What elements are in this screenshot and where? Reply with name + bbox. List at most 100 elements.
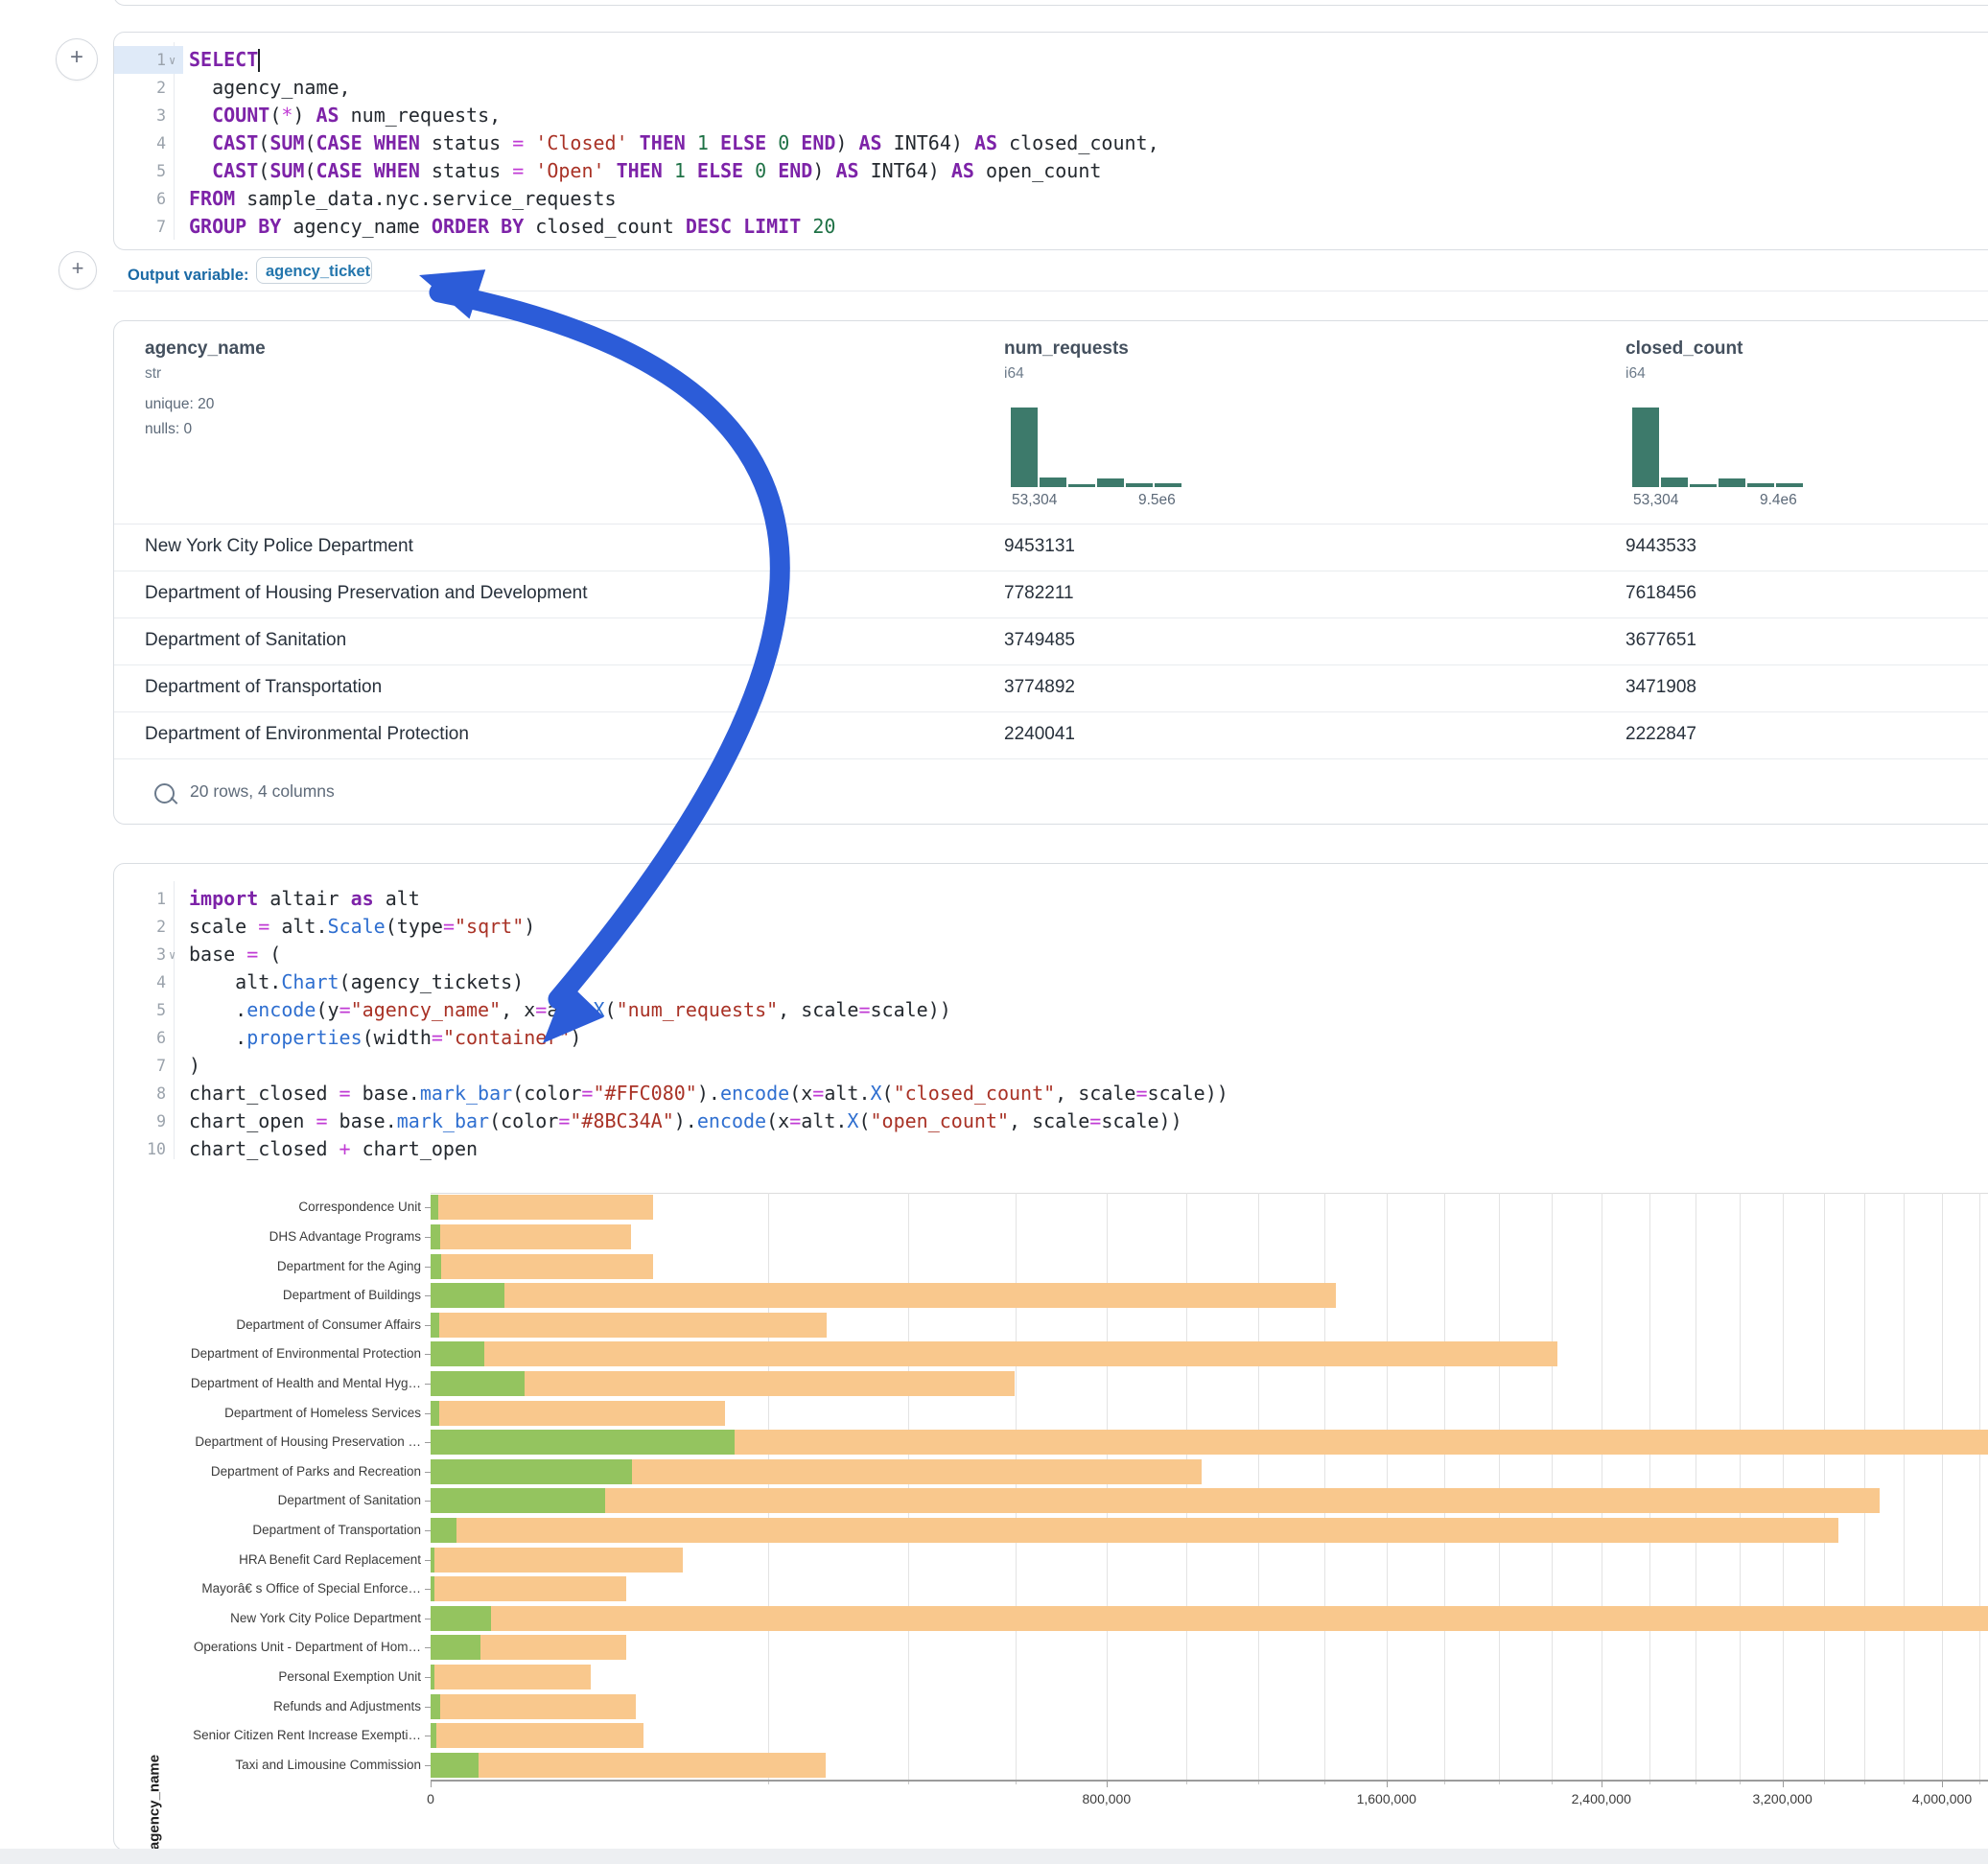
previous-cell-edge xyxy=(113,0,1988,6)
bar-closed-count xyxy=(431,1313,827,1338)
code-line[interactable]: 4 CAST(SUM(CASE WHEN status = 'Closed' T… xyxy=(124,129,1988,157)
y-axis-label: Department of Environmental Protection xyxy=(133,1346,421,1361)
output-variable-pill[interactable]: agency_tickets xyxy=(256,257,372,284)
y-axis-label: Department of Buildings xyxy=(133,1288,421,1302)
code-line[interactable]: 4 alt.Chart(agency_tickets) xyxy=(124,968,1988,996)
hist-min-label: 53,304 xyxy=(1633,492,1678,509)
x-axis-tick-label: 0 xyxy=(427,1791,434,1806)
cell-closed-count: 3677651 xyxy=(1625,630,1696,651)
bar-closed-count xyxy=(431,1576,626,1601)
column-histogram xyxy=(1631,400,1810,488)
code-line[interactable]: 2 agency_name, xyxy=(124,74,1988,102)
bar-open-count xyxy=(431,1313,439,1338)
table-row[interactable]: Department of Sanitation37494853677651 xyxy=(114,617,1988,665)
cell-agency-name: Department of Environmental Protection xyxy=(145,724,469,745)
gridline xyxy=(1552,1193,1553,1780)
y-axis-label: New York City Police Department xyxy=(133,1611,421,1625)
x-axis-tick-label: 800,000 xyxy=(1082,1791,1131,1806)
code-line[interactable]: 6FROM sample_data.nyc.service_requests xyxy=(124,185,1988,213)
y-axis-label: Refunds and Adjustments xyxy=(133,1699,421,1713)
gridline xyxy=(768,1193,769,1780)
bar-open-count xyxy=(431,1488,605,1513)
add-cell-button-middle[interactable]: + xyxy=(58,251,97,290)
line-number: 9 xyxy=(124,1107,166,1135)
cell-agency-name: Department of Transportation xyxy=(145,677,382,698)
bar-open-count xyxy=(431,1283,504,1308)
y-axis-label: Department of Parks and Recreation xyxy=(133,1464,421,1479)
plot-area xyxy=(431,1193,1988,1780)
code-line[interactable]: 6 .properties(width="container") xyxy=(124,1024,1988,1052)
line-number: 3 xyxy=(124,941,166,968)
sql-code-editor[interactable]: 1∨SELECT 2 agency_name,3 COUNT(*) AS num… xyxy=(124,46,1988,241)
column-header[interactable]: closed_count xyxy=(1625,338,1742,360)
y-axis-label: DHS Advantage Programs xyxy=(133,1229,421,1244)
code-line[interactable]: 1import altair as alt xyxy=(124,885,1988,913)
bar-closed-count xyxy=(431,1341,1557,1366)
code-line[interactable]: 1∨SELECT xyxy=(124,46,1988,74)
add-cell-button-top[interactable]: + xyxy=(56,38,98,81)
y-axis-label: Taxi and Limousine Commission xyxy=(133,1758,421,1772)
fold-chevron-icon[interactable]: ∨ xyxy=(169,47,182,75)
bar-open-count xyxy=(431,1430,735,1455)
y-axis-label: Senior Citizen Rent Increase Exempti… xyxy=(133,1728,421,1742)
python-cell[interactable]: 1import altair as alt2scale = alt.Scale(… xyxy=(113,863,1988,1851)
y-axis-label: HRA Benefit Card Replacement xyxy=(133,1552,421,1567)
line-number: 7 xyxy=(124,1052,166,1080)
notebook-page: + + 1∨SELECT 2 agency_name,3 COUNT(*) AS… xyxy=(0,0,1988,1864)
code-line[interactable]: 2scale = alt.Scale(type="sqrt") xyxy=(124,913,1988,941)
bar-closed-count xyxy=(431,1606,1988,1631)
code-line[interactable]: 8chart_closed = base.mark_bar(color="#FF… xyxy=(124,1080,1988,1107)
fold-chevron-icon[interactable]: ∨ xyxy=(169,942,182,969)
bar-open-count xyxy=(431,1254,441,1279)
cell-num-requests: 3774892 xyxy=(1004,677,1075,698)
sql-cell[interactable]: 1∨SELECT 2 agency_name,3 COUNT(*) AS num… xyxy=(113,32,1988,250)
code-line[interactable]: 7) xyxy=(124,1052,1988,1080)
gridline xyxy=(1324,1193,1325,1780)
bar-closed-count xyxy=(431,1723,643,1748)
code-line[interactable]: 3∨base = ( xyxy=(124,941,1988,968)
table-row[interactable]: Department of Housing Preservation and D… xyxy=(114,571,1988,618)
gridline xyxy=(1979,1193,1980,1780)
x-axis-tick-label: 3,200,000 xyxy=(1752,1791,1812,1806)
bar-closed-count xyxy=(431,1195,653,1220)
line-number: 3 xyxy=(124,102,166,129)
python-code-editor[interactable]: 1import altair as alt2scale = alt.Scale(… xyxy=(124,885,1988,1163)
code-line[interactable]: 9chart_open = base.mark_bar(color="#8BC3… xyxy=(124,1107,1988,1135)
gridline xyxy=(908,1193,909,1780)
x-axis-line xyxy=(431,1780,1988,1782)
table-row[interactable]: New York City Police Department945313194… xyxy=(114,524,1988,571)
y-axis-label: Department of Health and Mental Hyg… xyxy=(133,1376,421,1390)
altair-chart: agency_name closed_count, open_count Cor… xyxy=(114,1180,1988,1842)
bar-open-count xyxy=(431,1694,440,1719)
y-axis-label: Correspondence Unit xyxy=(133,1200,421,1214)
gridline xyxy=(1387,1193,1388,1780)
cell-num-requests: 9453131 xyxy=(1004,536,1075,557)
bar-open-count xyxy=(431,1723,436,1748)
gridline xyxy=(1186,1193,1187,1780)
code-line[interactable]: 10chart_closed + chart_open xyxy=(124,1135,1988,1163)
bar-open-count xyxy=(431,1548,434,1573)
gridline xyxy=(1016,1193,1017,1780)
bar-closed-count xyxy=(431,1753,826,1778)
table-row[interactable]: Department of Environmental Protection22… xyxy=(114,711,1988,759)
code-line[interactable]: 3 COUNT(*) AS num_requests, xyxy=(124,102,1988,129)
cell-closed-count: 3471908 xyxy=(1625,677,1696,698)
cell-closed-count: 9443533 xyxy=(1625,536,1696,557)
gridline xyxy=(1107,1193,1108,1780)
bar-open-count xyxy=(431,1753,479,1778)
cell-agency-name: Department of Housing Preservation and D… xyxy=(145,583,588,604)
table-row[interactable]: Department of Transportation 3774892 34719… xyxy=(114,664,1988,712)
bar-open-count xyxy=(431,1341,484,1366)
y-axis-label: Department of Transportation xyxy=(133,1523,421,1537)
gridline xyxy=(1649,1193,1650,1780)
search-icon[interactable] xyxy=(154,783,175,804)
bar-open-count xyxy=(431,1518,456,1543)
gridline xyxy=(1740,1193,1741,1780)
code-line[interactable]: 7GROUP BY agency_name ORDER BY closed_co… xyxy=(124,213,1988,241)
line-number: 6 xyxy=(124,185,166,213)
bar-closed-count xyxy=(431,1401,725,1426)
code-line[interactable]: 5 .encode(y="agency_name", x=alt.X("num_… xyxy=(124,996,1988,1024)
line-number: 2 xyxy=(124,74,166,102)
code-line[interactable]: 5 CAST(SUM(CASE WHEN status = 'Open' THE… xyxy=(124,157,1988,185)
gridline xyxy=(1904,1193,1905,1780)
